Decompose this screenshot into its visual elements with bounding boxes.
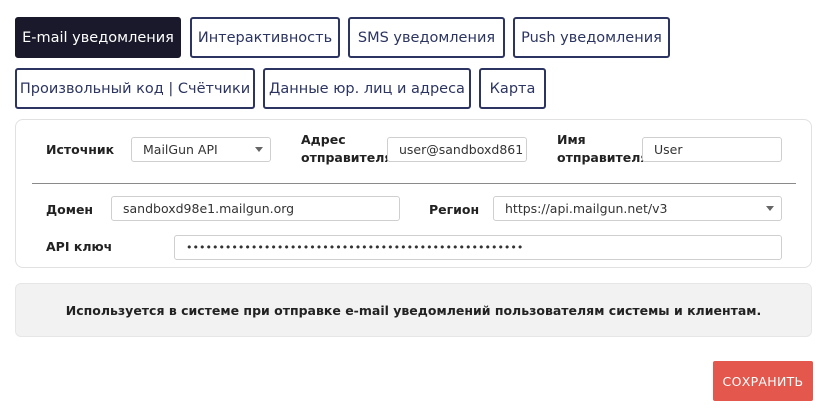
- sender-name-input[interactable]: User: [642, 137, 782, 162]
- chevron-down-icon: [255, 147, 263, 152]
- region-select-value: https://api.mailgun.net/v3: [505, 201, 668, 216]
- source-label: Источник: [46, 142, 115, 157]
- tab-map[interactable]: Карта: [479, 68, 546, 109]
- info-text: Используется в системе при отправке e-ma…: [65, 302, 762, 318]
- sender-address-label: Адрес отправителя: [301, 132, 393, 165]
- tab-legal-entities-addresses[interactable]: Данные юр. лиц и адреса: [263, 68, 471, 109]
- sender-address-input[interactable]: user@sandboxd861: [387, 137, 527, 162]
- tab-interactivity[interactable]: Интерактивность: [190, 17, 340, 58]
- region-label: Регион: [429, 202, 480, 217]
- source-select-value: MailGun API: [143, 142, 218, 157]
- api-key-input[interactable]: ••••••••••••••••••••••••••••••••••••••••…: [174, 235, 782, 260]
- source-select[interactable]: MailGun API: [131, 137, 271, 162]
- api-key-label: API ключ: [46, 239, 113, 254]
- sender-name-label: Имя отправителя: [557, 132, 649, 165]
- save-button[interactable]: СОХРАНИТЬ: [713, 361, 813, 401]
- region-select[interactable]: https://api.mailgun.net/v3: [493, 196, 782, 221]
- tab-sms-notifications[interactable]: SMS уведомления: [348, 17, 505, 58]
- divider: [32, 183, 796, 184]
- tab-push-notifications[interactable]: Push уведомления: [513, 17, 670, 58]
- info-box: Используется в системе при отправке e-ma…: [15, 283, 812, 337]
- tab-email-notifications[interactable]: E-mail уведомления: [15, 17, 181, 58]
- email-settings-panel: Источник MailGun API Адрес отправителя u…: [15, 119, 812, 268]
- tab-custom-code-counters[interactable]: Произвольный код | Счётчики: [15, 68, 255, 109]
- chevron-down-icon: [766, 206, 774, 211]
- domain-label: Домен: [46, 202, 94, 217]
- domain-input[interactable]: sandboxd98e1.mailgun.org: [111, 196, 400, 221]
